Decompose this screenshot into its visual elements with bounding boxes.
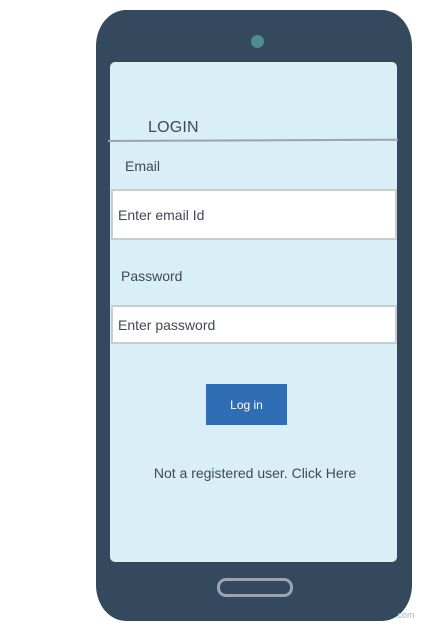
register-link[interactable]: Not a registered user. Click Here (110, 465, 400, 481)
camera-icon (251, 35, 264, 48)
email-field[interactable] (111, 189, 397, 240)
page-title: LOGIN (148, 119, 199, 136)
home-button[interactable] (217, 578, 293, 597)
mockup-canvas: LOGIN Email Password Log in Not a regist… (0, 0, 421, 630)
password-label: Password (121, 268, 183, 284)
password-field[interactable] (111, 305, 397, 344)
email-label: Email (125, 158, 161, 174)
login-button[interactable]: Log in (206, 384, 287, 425)
watermark: .com (395, 610, 415, 620)
